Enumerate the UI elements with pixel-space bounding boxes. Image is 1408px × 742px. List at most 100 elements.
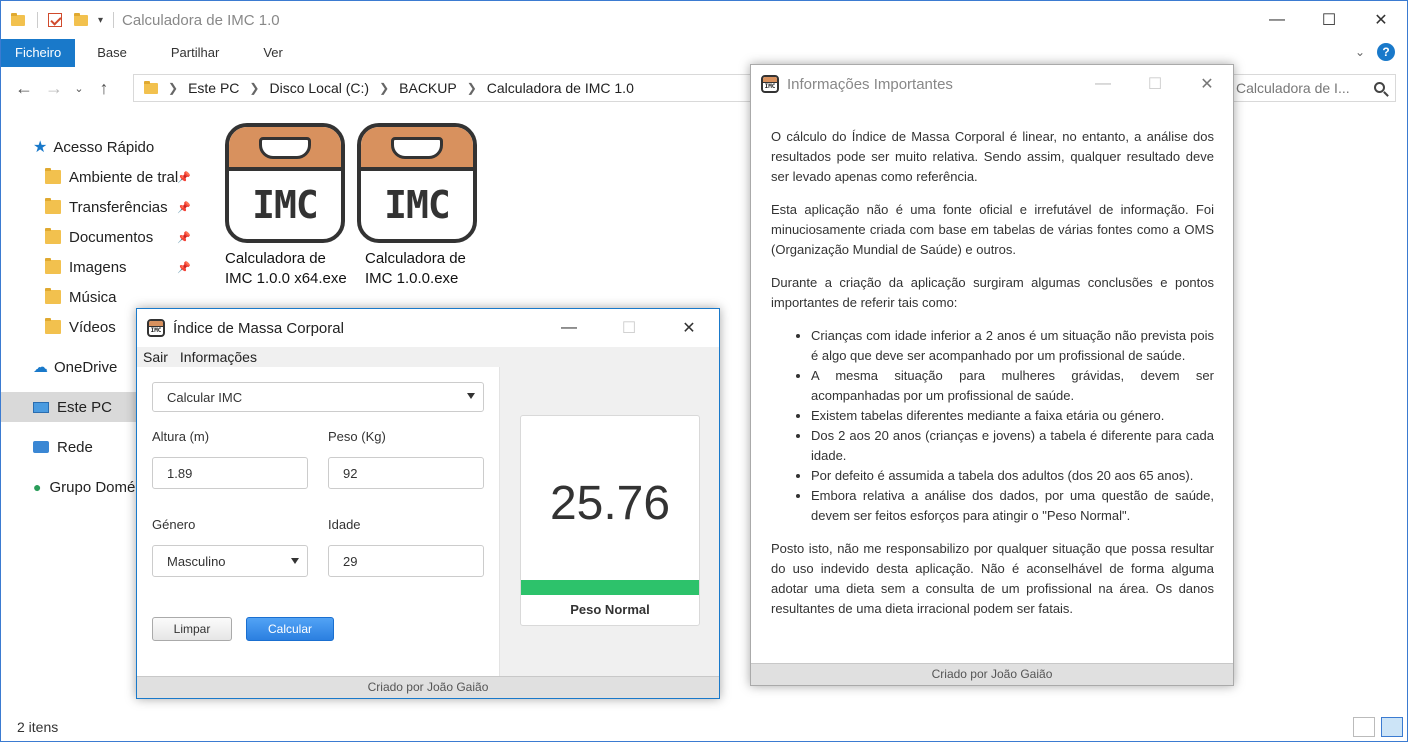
imc-calculator-window: IMC Índice de Massa Corporal — ☐ ✕ Sair …	[136, 308, 720, 699]
idade-label: Idade	[328, 517, 361, 532]
imc-result-value: 25.76	[549, 477, 671, 530]
chevron-right-icon[interactable]: ❯	[379, 81, 389, 95]
search-icon[interactable]	[1374, 82, 1385, 93]
list-item: Existem tabelas diferentes mediante a fa…	[811, 406, 1214, 426]
forward-arrow-icon[interactable]: →	[39, 78, 69, 99]
separator	[113, 12, 115, 28]
mode-select[interactable]: Calcular IMC	[152, 382, 484, 412]
info-window: IMC Informações Importantes — ☐ ✕ O cálc…	[750, 64, 1234, 686]
downloads-folder-icon	[45, 198, 61, 214]
desktop-folder-icon	[45, 168, 61, 184]
details-view-icon[interactable]	[1353, 717, 1375, 737]
menu-informacoes[interactable]: Informações	[180, 349, 257, 365]
paragraph: O cálculo do Índice de Massa Corporal é …	[771, 129, 1214, 184]
close-button[interactable]: ✕	[659, 309, 719, 347]
pin-icon[interactable]: 📌	[177, 171, 191, 184]
item-count: 2 itens	[17, 719, 59, 735]
file-name-line: Calculadora de	[225, 250, 326, 267]
breadcrumb[interactable]: ❯ Este PC ❯ Disco Local (C:) ❯ BACKUP ❯ …	[133, 74, 753, 102]
footer-credit: Criado por João Gaião	[751, 663, 1233, 685]
list-item: Dos 2 aos 20 anos (crianças e jovens) a …	[811, 426, 1214, 466]
tab-partilhar[interactable]: Partilhar	[149, 39, 241, 67]
imc-app-icon: IMC	[225, 123, 345, 243]
breadcrumb-item[interactable]: Disco Local (C:)	[269, 80, 369, 96]
back-arrow-icon[interactable]: ←	[9, 78, 39, 99]
quick-access-dropdown-icon[interactable]: ▾	[98, 15, 103, 26]
new-folder-icon[interactable]	[74, 12, 88, 26]
chevron-down-icon	[291, 558, 299, 564]
minimize-button[interactable]: —	[1077, 65, 1129, 103]
nav-item-label: Ambiente de tral	[69, 168, 179, 186]
file-name-line: Calculadora de	[365, 250, 466, 267]
breadcrumb-item[interactable]: Este PC	[188, 80, 239, 96]
menu-bar: Sair Informações	[137, 347, 719, 367]
nav-item-quick-access[interactable]: ★ Acesso Rápido	[1, 132, 199, 162]
nav-item-pictures[interactable]: Imagens 📌	[1, 252, 199, 282]
window-controls: — ☐ ✕	[1251, 1, 1407, 39]
nav-item-label: Documentos	[69, 228, 154, 246]
result-panel: 25.76 Peso Normal	[499, 367, 719, 677]
window-title: Calculadora de IMC 1.0	[122, 11, 280, 29]
minimize-button[interactable]: —	[539, 309, 599, 347]
maximize-button[interactable]: ☐	[599, 309, 659, 347]
file-item[interactable]: IMC Calculadora de IMC 1.0.0.exe	[357, 123, 487, 289]
menu-sair[interactable]: Sair	[143, 349, 168, 365]
breadcrumb-item[interactable]: BACKUP	[399, 80, 457, 96]
nav-item-documents[interactable]: Documentos 📌	[1, 222, 199, 252]
up-arrow-icon[interactable]: ↑	[89, 78, 119, 99]
breadcrumb-item[interactable]: Calculadora de IMC 1.0	[487, 80, 634, 96]
chevron-right-icon[interactable]: ❯	[249, 81, 259, 95]
info-text: O cálculo do Índice de Massa Corporal é …	[771, 127, 1214, 632]
peso-field[interactable]: 92	[328, 457, 484, 489]
list-item: A mesma situação para mulheres grávidas,…	[811, 366, 1214, 406]
paragraph: Durante a criação da aplicação surgiram …	[771, 275, 1214, 310]
limpar-button[interactable]: Limpar	[152, 617, 232, 641]
search-input[interactable]: Calculadora de I...	[1226, 74, 1396, 102]
window-controls: — ☐ ✕	[1077, 65, 1233, 103]
idade-field[interactable]: 29	[328, 545, 484, 577]
folder-icon	[144, 80, 158, 94]
icon-text: IMC	[252, 183, 319, 227]
close-button[interactable]: ✕	[1355, 1, 1407, 39]
maximize-button[interactable]: ☐	[1129, 65, 1181, 103]
file-item[interactable]: IMC Calculadora de IMC 1.0.0 x64.exe	[225, 123, 355, 289]
minimize-button[interactable]: —	[1251, 1, 1303, 39]
icon-text: IMC	[384, 183, 451, 227]
imc-titlebar: IMC Índice de Massa Corporal — ☐ ✕	[137, 309, 719, 347]
nav-item-label: Este PC	[57, 398, 113, 416]
music-folder-icon	[45, 288, 61, 304]
pin-icon[interactable]: 📌	[177, 231, 191, 244]
ribbon-tabs: Ficheiro Base Partilhar Ver ⌄ ?	[1, 39, 1407, 67]
paragraph: Posto isto, não me responsabilizo por qu…	[771, 541, 1214, 616]
pictures-folder-icon	[45, 258, 61, 274]
tab-ver[interactable]: Ver	[241, 39, 305, 67]
help-icon[interactable]: ?	[1377, 43, 1395, 61]
list-item: Por defeito é assumida a tabela dos adul…	[811, 466, 1214, 486]
expand-ribbon-icon[interactable]: ⌄	[1355, 45, 1365, 59]
large-icons-view-icon[interactable]	[1381, 717, 1403, 737]
properties-check-icon[interactable]	[48, 13, 62, 27]
nav-item-label: Rede	[57, 438, 93, 456]
result-card: 25.76 Peso Normal	[520, 415, 700, 626]
pin-icon[interactable]: 📌	[177, 201, 191, 214]
maximize-button[interactable]: ☐	[1303, 1, 1355, 39]
star-icon: ★	[33, 139, 48, 156]
calcular-button[interactable]: Calcular	[246, 617, 334, 641]
pin-icon[interactable]: 📌	[177, 261, 191, 274]
computer-icon	[33, 401, 49, 413]
tab-ficheiro[interactable]: Ficheiro	[1, 39, 76, 67]
close-button[interactable]: ✕	[1181, 65, 1233, 103]
nav-item-desktop[interactable]: Ambiente de tral 📌	[1, 162, 199, 192]
recent-locations-chevron-icon[interactable]: ⌄	[69, 82, 89, 95]
window-controls: — ☐ ✕	[539, 309, 719, 347]
nav-item-downloads[interactable]: Transferências 📌	[1, 192, 199, 222]
bullet-list: Crianças com idade inferior a 2 anos é u…	[811, 326, 1214, 526]
chevron-right-icon[interactable]: ❯	[467, 81, 477, 95]
window-title: Índice de Massa Corporal	[173, 319, 344, 337]
chevron-right-icon[interactable]: ❯	[168, 81, 178, 95]
videos-folder-icon	[45, 318, 61, 334]
tab-base[interactable]: Base	[75, 39, 149, 67]
altura-field[interactable]: 1.89	[152, 457, 308, 489]
file-name: Calculadora de IMC 1.0.0.exe	[357, 249, 487, 289]
genero-select[interactable]: Masculino	[152, 545, 308, 577]
